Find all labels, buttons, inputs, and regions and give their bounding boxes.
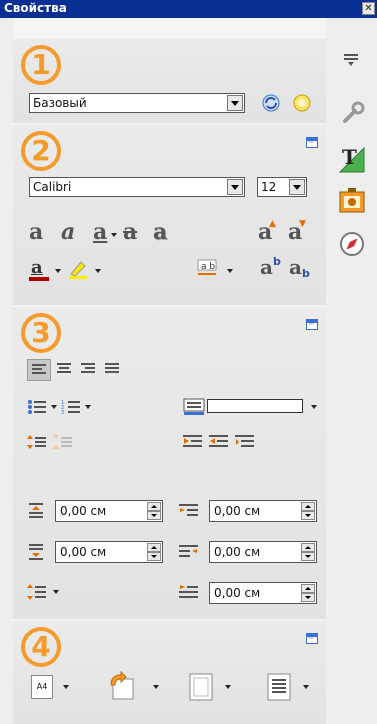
- new-style-icon[interactable]: [291, 92, 313, 114]
- spacing-above-field[interactable]: 0,00 см: [55, 500, 163, 522]
- spin-down-icon[interactable]: [301, 552, 315, 561]
- page-columns-icon[interactable]: [267, 673, 291, 701]
- numbered-list-dropdown-icon[interactable]: [85, 405, 91, 409]
- font-color-dropdown-icon[interactable]: [55, 269, 61, 273]
- wrench-icon[interactable]: [340, 100, 366, 126]
- font-size-select[interactable]: 12: [257, 177, 307, 197]
- page-size-icon[interactable]: A4: [31, 675, 53, 699]
- svg-text:3: 3: [61, 410, 64, 415]
- line-spacing-dropdown-icon[interactable]: [53, 590, 59, 594]
- spacing-below-field[interactable]: 0,00 см: [55, 541, 163, 563]
- indent-before-field[interactable]: 0,00 см: [209, 500, 317, 522]
- font-name-select[interactable]: Calibri: [29, 177, 245, 197]
- grow-arrow-icon: ▲: [269, 219, 276, 229]
- spin-up-icon[interactable]: [301, 584, 315, 593]
- paragraph-more-options-icon[interactable]: [306, 319, 318, 330]
- spacing-above-icon: [29, 503, 43, 518]
- hanging-indent-icon[interactable]: [235, 433, 255, 451]
- page-more-options-icon[interactable]: [306, 633, 318, 644]
- increase-indent-icon[interactable]: [183, 433, 203, 451]
- spacing-dropdown-icon[interactable]: [227, 269, 233, 273]
- character-spacing-icon[interactable]: a b: [195, 258, 221, 280]
- paragraph-section: 3 1 2 3: [13, 307, 326, 619]
- chevron-down-icon[interactable]: [227, 179, 243, 195]
- subscript-icon[interactable]: a: [289, 255, 302, 279]
- styles-icon[interactable]: T: [338, 144, 366, 174]
- close-button[interactable]: ✕: [362, 2, 375, 15]
- indent-after-field[interactable]: 0,00 см: [209, 541, 317, 563]
- page-size-dropdown-icon[interactable]: [63, 685, 69, 689]
- spin-up-icon[interactable]: [301, 543, 315, 552]
- align-left-button[interactable]: [27, 359, 51, 381]
- gallery-icon[interactable]: [338, 186, 366, 214]
- section-badge-1: 1: [21, 45, 61, 85]
- decrease-spacing-icon[interactable]: [53, 433, 73, 451]
- superscript-icon[interactable]: a: [260, 255, 273, 279]
- section-badge-4: 4: [21, 627, 61, 667]
- page-section: 4 A4: [13, 621, 326, 724]
- title-bar: Свойства ✕: [0, 0, 377, 18]
- bullet-list-dropdown-icon[interactable]: [51, 405, 57, 409]
- svg-text:T: T: [342, 145, 357, 169]
- font-size-value: 12: [261, 180, 277, 194]
- navigator-icon[interactable]: [338, 230, 366, 258]
- numbered-list-icon[interactable]: 1 2 3: [61, 399, 81, 415]
- first-line-indent-icon: [179, 585, 198, 598]
- background-color-icon[interactable]: [183, 398, 205, 416]
- shadow-icon[interactable]: a: [153, 219, 167, 245]
- highlight-icon[interactable]: [67, 258, 89, 280]
- section-badge-2: 2: [21, 131, 61, 171]
- window-title: Свойства: [4, 1, 67, 15]
- chevron-down-icon[interactable]: [289, 179, 305, 195]
- margins-dropdown-icon[interactable]: [225, 685, 231, 689]
- character-more-options-icon[interactable]: [306, 137, 318, 148]
- line-spacing-icon[interactable]: [27, 583, 47, 601]
- border-dropdown-icon[interactable]: [311, 405, 317, 409]
- character-section: 2 Calibri 12 a a a a a a ▲ a ▼ a a b a b…: [13, 125, 326, 305]
- bullet-list-icon[interactable]: [27, 399, 47, 415]
- font-name-value: Calibri: [33, 180, 72, 194]
- align-center-icon[interactable]: [57, 363, 71, 375]
- align-justify-icon[interactable]: [105, 363, 119, 375]
- spin-down-icon[interactable]: [147, 511, 161, 520]
- align-right-icon[interactable]: [81, 363, 95, 375]
- section-badge-3: 3: [21, 313, 61, 353]
- highlight-dropdown-icon[interactable]: [95, 269, 101, 273]
- sidebar-menu-icon[interactable]: [344, 54, 358, 66]
- update-style-icon[interactable]: [261, 93, 281, 113]
- spin-up-icon[interactable]: [147, 502, 161, 511]
- spin-up-icon[interactable]: [147, 543, 161, 552]
- chevron-down-icon[interactable]: [227, 95, 243, 111]
- first-line-indent-field[interactable]: 0,00 см: [209, 582, 317, 604]
- orientation-dropdown-icon[interactable]: [153, 685, 159, 689]
- align-left-icon: [32, 364, 46, 376]
- increase-spacing-icon[interactable]: [27, 433, 47, 451]
- bold-icon[interactable]: a: [29, 219, 43, 245]
- font-color-icon[interactable]: a: [29, 257, 49, 281]
- paragraph-style-value: Базовый: [33, 96, 87, 110]
- spin-down-icon[interactable]: [301, 593, 315, 602]
- border-style-box[interactable]: [207, 399, 303, 413]
- svg-text:a b: a b: [201, 262, 215, 272]
- columns-dropdown-icon[interactable]: [303, 685, 309, 689]
- underline-dropdown-icon[interactable]: [111, 233, 117, 237]
- spin-down-icon[interactable]: [147, 552, 161, 561]
- italic-icon[interactable]: a: [61, 219, 75, 245]
- spacing-below-icon: [29, 544, 43, 560]
- paragraph-style-select[interactable]: Базовый: [29, 93, 245, 113]
- shrink-arrow-icon: ▼: [299, 219, 306, 229]
- page-margins-icon[interactable]: [189, 673, 213, 701]
- indent-before-icon: [179, 504, 198, 516]
- sidebar-tabbar: T: [326, 18, 377, 724]
- spin-up-icon[interactable]: [301, 502, 315, 511]
- page-orientation-icon[interactable]: [107, 671, 135, 701]
- decrease-indent-icon[interactable]: [209, 433, 229, 451]
- indent-after-icon: [179, 545, 198, 557]
- spin-down-icon[interactable]: [301, 511, 315, 520]
- styles-section: 1 Базовый: [13, 39, 326, 123]
- strikethrough-icon[interactable]: a: [123, 219, 137, 245]
- underline-icon[interactable]: a: [93, 219, 107, 245]
